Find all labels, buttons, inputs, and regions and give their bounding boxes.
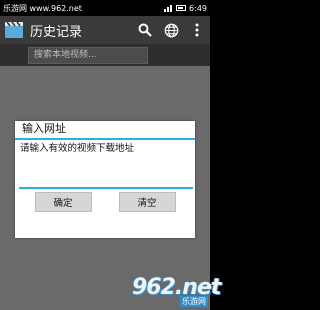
overflow-menu-icon[interactable] xyxy=(184,16,210,44)
url-input[interactable]: 请输入有效的视频下载地址 xyxy=(19,143,193,189)
battery-icon xyxy=(176,5,187,11)
watermark-logo: 962.net 乐游网 xyxy=(132,275,221,307)
dialog-buttons: 确定 清空 xyxy=(15,192,195,212)
status-icons: 6:49 xyxy=(164,4,207,13)
input-url-dialog: 输入网址 请输入有效的视频下载地址 确定 清空 xyxy=(15,121,195,238)
page-title: 历史记录 xyxy=(30,24,83,40)
dialog-title-divider xyxy=(15,138,195,140)
globe-icon[interactable] xyxy=(158,16,184,44)
status-bar: 乐游网 www.962.net 6:49 xyxy=(0,0,210,16)
search-row: 搜索本地视频... xyxy=(0,44,210,66)
search-input[interactable]: 搜索本地视频... xyxy=(28,46,148,64)
video-camera-icon[interactable] xyxy=(4,20,24,40)
status-watermark: 乐游网 www.962.net xyxy=(3,3,82,13)
dialog-title: 输入网址 xyxy=(22,122,66,135)
search-icon[interactable] xyxy=(132,16,158,44)
clear-button[interactable]: 清空 xyxy=(118,192,176,212)
status-time: 6:49 xyxy=(189,3,207,13)
confirm-button[interactable]: 确定 xyxy=(34,192,92,212)
signal-icon xyxy=(164,4,173,12)
watermark-logo-subtext: 乐游网 xyxy=(180,296,208,307)
action-bar: 历史记录 xyxy=(0,16,210,44)
